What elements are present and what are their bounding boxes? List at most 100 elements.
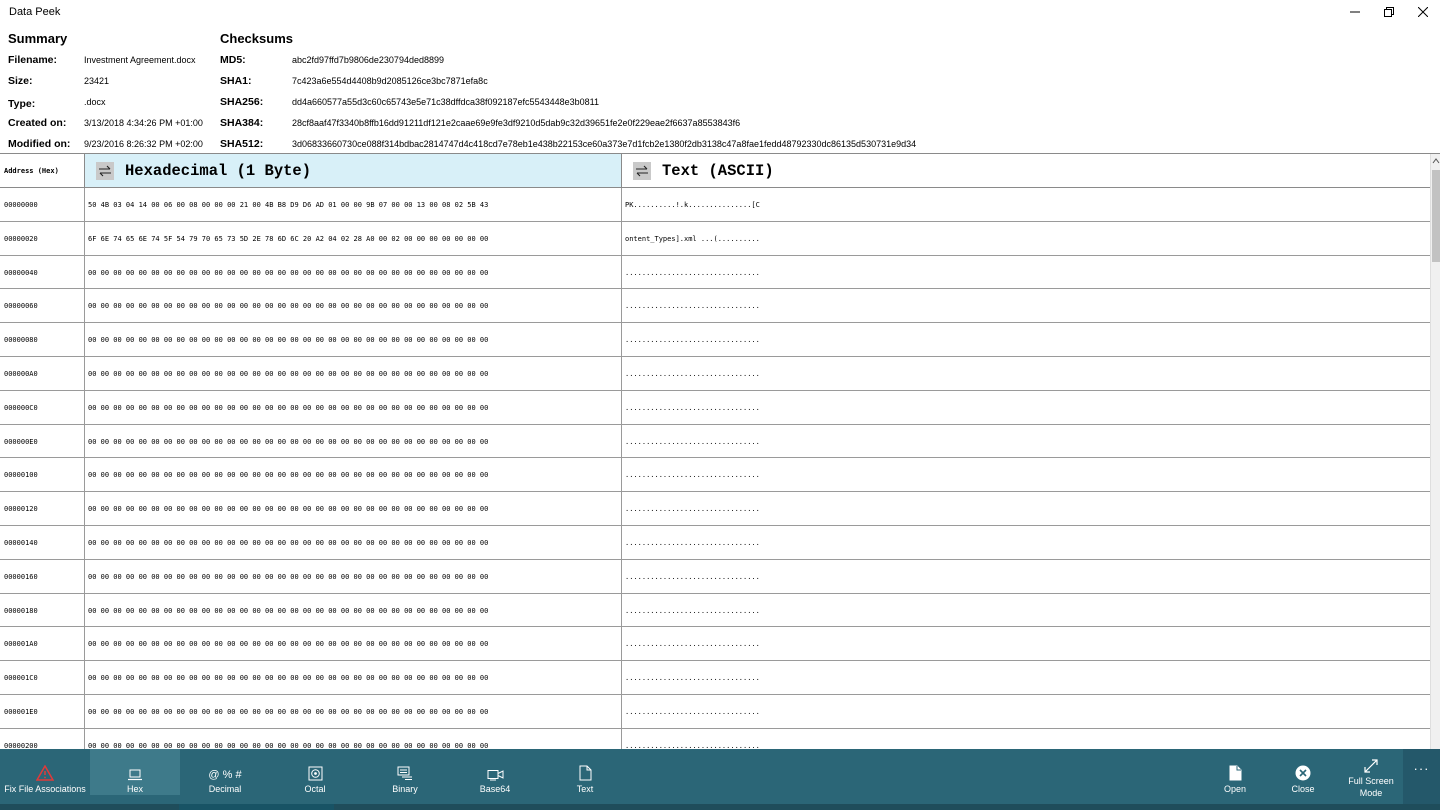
created-value: 3/13/2018 4:34:26 PM +01:00 xyxy=(84,118,203,128)
expand-icon xyxy=(1364,759,1378,773)
row-hex-values[interactable]: 00 00 00 00 00 00 00 00 00 00 00 00 00 0… xyxy=(85,694,622,728)
table-row: 000001A0 00 00 00 00 00 00 00 00 00 00 00… xyxy=(0,627,1430,662)
row-ascii-text[interactable]: ................................ xyxy=(622,627,1430,660)
sha512-value: 3d06833660730ce088f314bdbac2814747d4c418… xyxy=(292,139,917,149)
close-window-button[interactable] xyxy=(1406,0,1440,24)
warning-icon xyxy=(36,759,54,781)
grid-header: Address (Hex) Hexadecimal (1 Byte) Text … xyxy=(0,154,1430,188)
row-hex-values[interactable]: 00 00 00 00 00 00 00 00 00 00 00 00 00 0… xyxy=(85,728,622,749)
size-value: 23421 xyxy=(84,76,110,86)
row-ascii-text[interactable]: ontent_Types].xml ...(.......... xyxy=(622,222,1430,255)
row-ascii-text[interactable]: ................................ xyxy=(622,526,1430,559)
restore-button[interactable] xyxy=(1372,0,1406,24)
swap-format-icon[interactable] xyxy=(96,161,114,180)
octal-button[interactable]: Octal xyxy=(270,749,360,795)
table-row: 00000160 00 00 00 00 00 00 00 00 00 00 00… xyxy=(0,559,1430,594)
sha512-label: SHA512: xyxy=(220,138,264,150)
row-ascii-text[interactable]: ................................ xyxy=(622,560,1430,593)
fix-associations-button[interactable]: Fix File Associations xyxy=(0,749,90,795)
open-label: Open xyxy=(1223,784,1247,794)
hex-column-title: Hexadecimal (1 Byte) xyxy=(125,161,312,180)
vertical-scrollbar[interactable] xyxy=(1430,154,1440,749)
swap-encoding-icon[interactable] xyxy=(633,161,651,180)
row-hex-values[interactable]: 00 00 00 00 00 00 00 00 00 00 00 00 00 0… xyxy=(85,492,622,525)
row-hex-values[interactable]: 00 00 00 00 00 00 00 00 00 00 00 00 00 0… xyxy=(85,323,622,356)
row-ascii-text[interactable]: ................................ xyxy=(622,256,1430,289)
md5-label: MD5: xyxy=(220,54,246,66)
row-address: 000001E0 xyxy=(0,694,85,728)
keyboard-icon xyxy=(397,759,413,781)
row-hex-values[interactable]: 00 00 00 00 00 00 00 00 00 00 00 00 00 0… xyxy=(85,593,622,627)
row-hex-values[interactable]: 00 00 00 00 00 00 00 00 00 00 00 00 00 0… xyxy=(85,390,622,424)
row-ascii-text[interactable]: ................................ xyxy=(622,357,1430,390)
row-address: 00000080 xyxy=(0,323,85,356)
table-row: 00000200 00 00 00 00 00 00 00 00 00 00 00… xyxy=(0,728,1430,749)
text-column-header: Text (ASCII) xyxy=(622,154,1430,187)
table-row: 00000060 00 00 00 00 00 00 00 00 00 00 00… xyxy=(0,289,1430,324)
binary-button[interactable]: Binary xyxy=(360,749,450,795)
fix-associations-label: Fix File Associations xyxy=(4,784,86,794)
scroll-up-icon[interactable] xyxy=(1432,157,1440,165)
row-ascii-text[interactable]: ................................ xyxy=(622,391,1430,424)
row-hex-values[interactable]: 00 00 00 00 00 00 00 00 00 00 00 00 00 0… xyxy=(85,559,622,593)
table-row: 000000A0 00 00 00 00 00 00 00 00 00 00 00… xyxy=(0,356,1430,391)
table-row: 00000120 00 00 00 00 00 00 00 00 00 00 00… xyxy=(0,492,1430,526)
row-ascii-text[interactable]: ................................ xyxy=(622,661,1430,694)
table-row: 00000020 6F 6E 74 65 6E 74 5F 54 79 70 65… xyxy=(0,221,1430,256)
filename-value: Investment Agreement.docx xyxy=(84,55,196,65)
row-hex-values[interactable]: 00 00 00 00 00 00 00 00 00 00 00 00 00 0… xyxy=(85,356,622,390)
row-address: 000001A0 xyxy=(0,627,85,661)
row-hex-values[interactable]: 00 00 00 00 00 00 00 00 00 00 00 00 00 0… xyxy=(85,627,622,661)
title-bar: Data Peek xyxy=(0,0,1440,24)
sha1-label: SHA1: xyxy=(220,75,252,87)
scrollbar-thumb[interactable] xyxy=(1432,170,1440,262)
table-row: 000001C0 00 00 00 00 00 00 00 00 00 00 00… xyxy=(0,661,1430,695)
row-hex-values[interactable]: 00 00 00 00 00 00 00 00 00 00 00 00 00 0… xyxy=(85,661,622,694)
decimal-button[interactable]: @ % # Decimal xyxy=(180,749,270,795)
row-ascii-text[interactable]: ................................ xyxy=(622,323,1430,356)
sha1-value: 7c423a6e554d4408b9d2085126ce3bc7871efa8c xyxy=(292,76,488,86)
row-ascii-text[interactable]: PK..........!.k...............[C xyxy=(622,188,1430,221)
laptop-icon xyxy=(127,759,143,781)
row-ascii-text[interactable]: ................................ xyxy=(622,458,1430,491)
text-label: Text xyxy=(576,784,594,794)
table-row: 00000180 00 00 00 00 00 00 00 00 00 00 00… xyxy=(0,593,1430,628)
table-row: 00000040 00 00 00 00 00 00 00 00 00 00 00… xyxy=(0,255,1430,290)
row-address: 00000180 xyxy=(0,593,85,627)
close-circle-icon xyxy=(1295,759,1311,781)
target-icon xyxy=(308,759,323,781)
hex-grid: Address (Hex) Hexadecimal (1 Byte) Text … xyxy=(0,153,1440,749)
text-button[interactable]: Text xyxy=(540,749,630,795)
base64-button[interactable]: Base64 xyxy=(450,749,540,795)
hex-button[interactable]: Hex xyxy=(90,749,180,795)
bottom-strip xyxy=(0,804,1440,810)
hex-label: Hex xyxy=(126,784,143,794)
hex-column-header: Hexadecimal (1 Byte) xyxy=(85,154,622,187)
bottom-strip-segment xyxy=(179,804,334,810)
row-ascii-text[interactable]: ................................ xyxy=(622,425,1430,458)
md5-value: abc2fd97ffd7b9806de230794ded8899 xyxy=(292,55,444,65)
window-controls xyxy=(1338,0,1440,24)
close-icon xyxy=(1418,7,1428,17)
row-hex-values[interactable]: 50 4B 03 04 14 00 06 00 08 00 00 00 21 0… xyxy=(85,188,622,221)
row-ascii-text[interactable]: ................................ xyxy=(622,594,1430,627)
table-row: 00000000 50 4B 03 04 14 00 06 00 08 00 00… xyxy=(0,188,1430,222)
row-hex-values[interactable]: 00 00 00 00 00 00 00 00 00 00 00 00 00 0… xyxy=(85,424,622,458)
more-options-button[interactable]: ··· xyxy=(1403,749,1440,810)
row-ascii-text[interactable]: ................................ xyxy=(622,729,1430,749)
row-hex-values[interactable]: 00 00 00 00 00 00 00 00 00 00 00 00 00 0… xyxy=(85,255,622,289)
row-ascii-text[interactable]: ................................ xyxy=(622,695,1430,728)
row-hex-values[interactable]: 00 00 00 00 00 00 00 00 00 00 00 00 00 0… xyxy=(85,458,622,492)
modified-label: Modified on: xyxy=(8,138,71,150)
minimize-icon xyxy=(1350,11,1360,13)
summary-heading: Summary xyxy=(8,31,68,46)
row-hex-values[interactable]: 00 00 00 00 00 00 00 00 00 00 00 00 00 0… xyxy=(85,525,622,559)
row-hex-values[interactable]: 6F 6E 74 65 6E 74 5F 54 79 70 65 73 5D 2… xyxy=(85,221,622,255)
row-address: 000000C0 xyxy=(0,390,85,424)
row-hex-values[interactable]: 00 00 00 00 00 00 00 00 00 00 00 00 00 0… xyxy=(85,289,622,323)
fullscreen-label: Full Screen Mode xyxy=(1348,776,1394,798)
minimize-button[interactable] xyxy=(1338,0,1372,24)
row-ascii-text[interactable]: ................................ xyxy=(622,289,1430,322)
row-ascii-text[interactable]: ................................ xyxy=(622,492,1430,525)
symbols-icon: @ % # xyxy=(208,769,242,781)
